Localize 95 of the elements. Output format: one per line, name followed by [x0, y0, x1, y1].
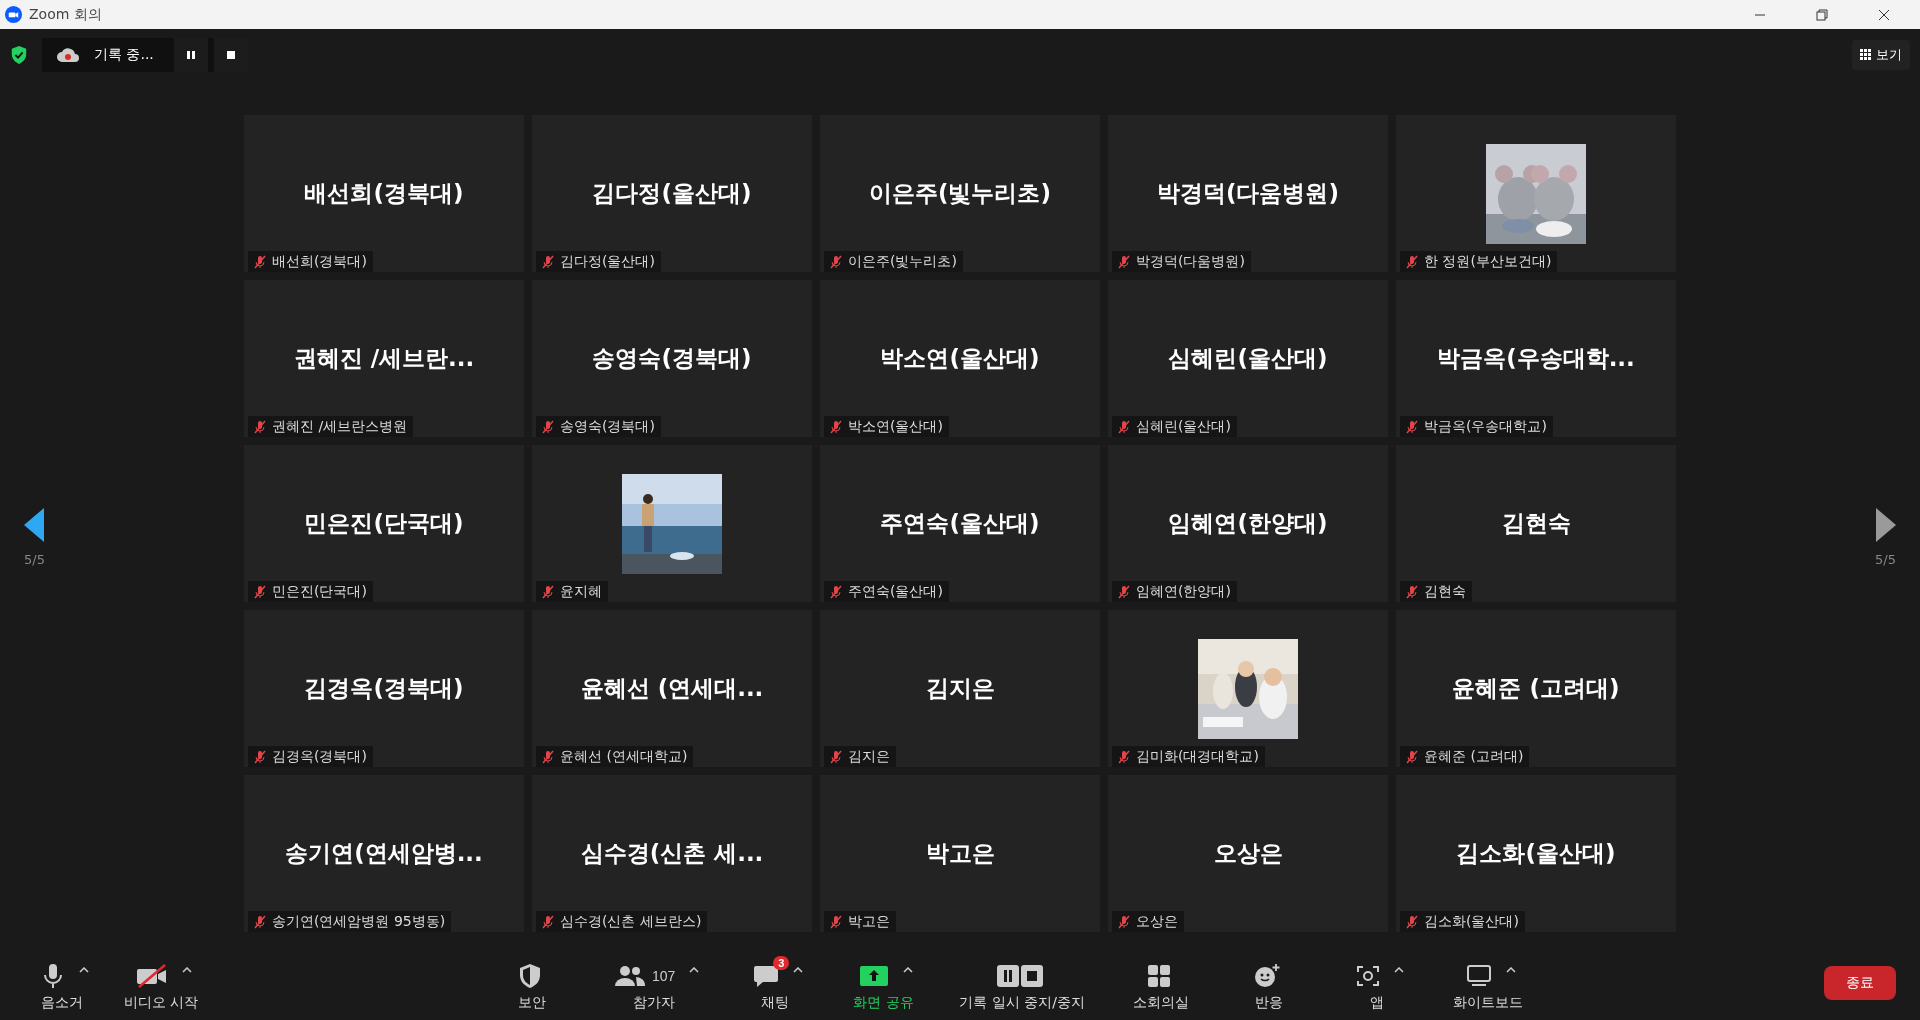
toolbar-label: 앱 [1370, 993, 1384, 1012]
participant-name: 윤혜선 (연세대... [580, 674, 764, 703]
participant-name: 임혜연(한양대) [1168, 509, 1328, 538]
participant-label: 박경덕(다움병원) [1136, 252, 1245, 271]
caret-icon[interactable] [689, 966, 700, 973]
participant-name: 배선희(경북대) [304, 179, 464, 208]
chat-button[interactable]: 3 [747, 955, 790, 990]
caret-icon[interactable] [79, 966, 89, 973]
toolbar-label: 소회의실 [1133, 993, 1189, 1012]
caret-icon[interactable] [1506, 966, 1516, 973]
participant-label: 임혜연(한양대) [1136, 582, 1231, 601]
participant-name: 오상은 [1213, 839, 1283, 868]
toolbar-label: 비디오 시작 [124, 993, 199, 1012]
participant-name: 송기연(연세암병... [285, 839, 483, 868]
participant-name: 윤혜준 (고려대) [1452, 674, 1620, 703]
participant-name: 송영숙(경북대) [592, 344, 752, 373]
participant-label: 심혜린(울산대) [1136, 417, 1231, 436]
participant-name: 심수경(신촌 세... [580, 839, 764, 868]
toolbar-label: 채팅 [761, 993, 790, 1012]
toolbar-label: 기록 일시 중지/중지 [959, 993, 1085, 1012]
smiley-plus-icon [1254, 962, 1280, 989]
participant-label: 박금옥(우송대학교) [1424, 417, 1547, 436]
page-indicator: 5/5 [1875, 552, 1896, 567]
participant-label: 이은주(빛누리초) [848, 252, 957, 271]
participant-name: 이은주(빛누리초) [869, 179, 1051, 208]
restore-icon[interactable] [1816, 8, 1828, 21]
pause-icon [185, 50, 196, 60]
participant-name: 박고은 [925, 839, 995, 868]
participant-label: 오상은 [1136, 912, 1178, 931]
whiteboard-icon [1466, 963, 1492, 988]
participant-label: 박고은 [848, 912, 890, 931]
apps-icon [1356, 963, 1380, 988]
participant-label: 김경옥(경북대) [272, 747, 367, 766]
view-button[interactable]: 보기 [1852, 40, 1910, 70]
caret-icon[interactable] [793, 966, 804, 973]
participant-name: 박금옥(우송대학... [1437, 344, 1635, 373]
participant-label: 김현숙 [1424, 582, 1466, 601]
participant-name: 김현숙 [1501, 509, 1571, 538]
participant-label: 심수경(신촌 세브란스) [560, 912, 702, 931]
participant-count: 107 [652, 967, 676, 984]
participant-label: 송영숙(경북대) [560, 417, 655, 436]
participant-label: 윤혜준 (고려대) [1424, 747, 1524, 766]
cloud-record-icon [56, 47, 80, 63]
previous-page-arrow-icon[interactable] [24, 508, 45, 542]
page-indicator: 5/5 [24, 552, 45, 567]
participant-label: 윤혜선 (연세대학교) [560, 747, 688, 766]
participant-label: 송기연(연세암병원 95병동) [272, 912, 446, 931]
people-icon [614, 963, 646, 988]
next-page-arrow-icon[interactable] [1875, 508, 1896, 542]
participant-label: 한 정원(부산보건대) [1424, 252, 1552, 271]
participant-label: 윤지혜 [560, 582, 602, 601]
stop-icon [225, 50, 236, 60]
caret-icon[interactable] [1394, 966, 1404, 973]
share-screen-icon [859, 964, 890, 987]
end-meeting-button[interactable]: 종료 [1824, 965, 1896, 1000]
participant-name: 김다정(울산대) [592, 179, 752, 208]
pause-stop-icon [996, 963, 1045, 988]
participant-label: 김다정(울산대) [560, 252, 655, 271]
caret-icon[interactable] [182, 966, 193, 973]
grid-icon [1860, 49, 1872, 61]
participant-name: 박경덕(다움병원) [1157, 179, 1339, 208]
microphone-icon [41, 962, 65, 989]
participant-label: 민은진(단국대) [272, 582, 367, 601]
close-icon[interactable] [1878, 8, 1890, 21]
window-title: Zoom 회의 [29, 5, 102, 24]
participant-label: 배선희(경북대) [272, 252, 367, 271]
participant-label: 김미화(대경대학교) [1136, 747, 1259, 766]
participant-label: 박소연(울산대) [848, 417, 943, 436]
participants-button[interactable]: 107 [608, 955, 686, 990]
participant-label: 김지은 [848, 747, 890, 766]
participant-label: 권혜진 /세브란스병원 [272, 417, 408, 436]
toolbar-label: 참가자 [632, 993, 675, 1012]
participant-name: 김소화(울산대) [1456, 839, 1616, 868]
shield-icon [518, 962, 542, 989]
caret-icon[interactable] [903, 966, 914, 973]
participant-name: 김지은 [925, 674, 995, 703]
toolbar-label: 보안 [518, 993, 546, 1012]
recording-label: 기록 중... [94, 46, 154, 64]
shield-check-icon[interactable] [10, 45, 28, 65]
app-logo-icon [4, 5, 23, 24]
toolbar-label: 음소거 [41, 993, 83, 1012]
toolbar-label: 화이트보드 [1453, 993, 1523, 1012]
four-squares-icon [1147, 963, 1171, 988]
toolbar-label: 화면 공유 [853, 993, 914, 1012]
participant-name: 심혜린(울산대) [1168, 344, 1328, 373]
unread-badge: 3 [773, 955, 790, 970]
participant-name: 김경옥(경북대) [304, 674, 464, 703]
participant-name: 민은진(단국대) [304, 509, 464, 538]
participant-label: 김소화(울산대) [1424, 912, 1519, 931]
participant-name: 박소연(울산대) [880, 344, 1040, 373]
chat-bubble-icon [753, 963, 780, 988]
participant-name: 권혜진 /세브란... [293, 344, 475, 373]
participant-name: 주연숙(울산대) [880, 509, 1040, 538]
participant-label: 주연숙(울산대) [848, 582, 943, 601]
toolbar-label: 반응 [1255, 993, 1283, 1012]
